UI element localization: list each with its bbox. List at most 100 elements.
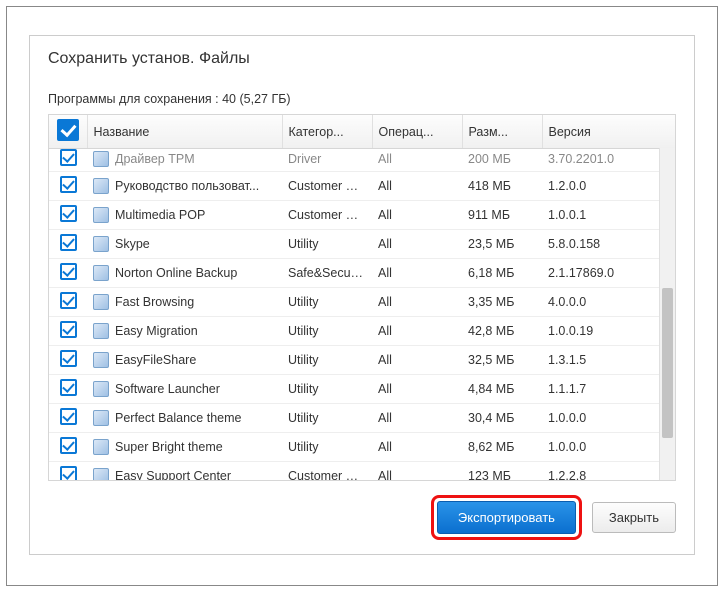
table-header-row: Название Категор... Операц... Разм... Ве… (49, 115, 675, 149)
table-row[interactable]: Super Bright themeUtilityAll8,62 МБ1.0.0… (49, 433, 675, 462)
column-size[interactable]: Разм... (462, 115, 542, 149)
cell-category: Customer Su... (282, 462, 372, 482)
column-category[interactable]: Категор... (282, 115, 372, 149)
cell-category: Utility (282, 288, 372, 317)
row-checkbox[interactable] (60, 379, 77, 396)
cell-name: Multimedia POP (115, 208, 205, 222)
cell-size: 30,4 МБ (462, 404, 542, 433)
dialog-panel: Сохранить установ. Файлы Программы для с… (29, 35, 695, 555)
cell-size: 6,18 МБ (462, 259, 542, 288)
cell-category: Utility (282, 317, 372, 346)
app-icon (93, 381, 109, 397)
cell-version: 2.1.17869.0 (542, 259, 675, 288)
column-version[interactable]: Версия (542, 115, 675, 149)
app-icon (93, 236, 109, 252)
cell-operation: All (372, 172, 462, 201)
table-row[interactable]: Norton Online BackupSafe&SecurityAll6,18… (49, 259, 675, 288)
cell-size: 42,8 МБ (462, 317, 542, 346)
table-row[interactable]: Multimedia POPCustomer Su...All911 МБ1.0… (49, 201, 675, 230)
cell-operation: All (372, 230, 462, 259)
app-icon (93, 352, 109, 368)
cell-name: Драйвер TPM (115, 152, 195, 166)
row-checkbox[interactable] (60, 350, 77, 367)
cell-version: 4.0.0.0 (542, 288, 675, 317)
cell-version: 5.8.0.158 (542, 230, 675, 259)
cell-size: 32,5 МБ (462, 346, 542, 375)
dialog-buttons: Экспортировать Закрыть (30, 481, 694, 554)
cell-size: 23,5 МБ (462, 230, 542, 259)
row-checkbox[interactable] (60, 321, 77, 338)
cell-operation: All (372, 433, 462, 462)
row-checkbox[interactable] (60, 149, 77, 166)
export-button[interactable]: Экспортировать (437, 501, 576, 534)
window-frame: Сохранить установ. Файлы Программы для с… (6, 6, 718, 586)
cell-operation: All (372, 288, 462, 317)
cell-name: Software Launcher (115, 382, 220, 396)
cell-version: 1.0.0.19 (542, 317, 675, 346)
vertical-scrollbar[interactable] (659, 148, 675, 480)
app-icon (93, 410, 109, 426)
cell-category: Safe&Security (282, 259, 372, 288)
cell-version: 1.3.1.5 (542, 346, 675, 375)
table-body: Драйвер TPM Driver All 200 МБ 3.70.2201.… (49, 149, 675, 481)
table-row[interactable]: Руководство пользоват...Customer Su...Al… (49, 172, 675, 201)
select-all-checkbox[interactable] (57, 119, 79, 141)
cell-operation: All (372, 462, 462, 482)
cell-version: 1.0.0.0 (542, 404, 675, 433)
table-row[interactable]: Software LauncherUtilityAll4,84 МБ1.1.1.… (49, 375, 675, 404)
cell-operation: All (372, 201, 462, 230)
cell-category: Customer Su... (282, 172, 372, 201)
cell-category: Utility (282, 230, 372, 259)
cell-operation: All (372, 317, 462, 346)
row-checkbox[interactable] (60, 176, 77, 193)
programs-table: Название Категор... Операц... Разм... Ве… (48, 114, 676, 481)
cell-size: 911 МБ (462, 201, 542, 230)
table-row[interactable]: Perfect Balance themeUtilityAll30,4 МБ1.… (49, 404, 675, 433)
column-operation[interactable]: Операц... (372, 115, 462, 149)
cell-category: Utility (282, 375, 372, 404)
cell-name: Norton Online Backup (115, 266, 237, 280)
cell-size: 123 МБ (462, 462, 542, 482)
app-icon (93, 178, 109, 194)
column-name[interactable]: Название (87, 115, 282, 149)
cell-size: 200 МБ (462, 149, 542, 172)
cell-category: Utility (282, 404, 372, 433)
row-checkbox[interactable] (60, 292, 77, 309)
app-icon (93, 151, 109, 167)
cell-name: Super Bright theme (115, 440, 223, 454)
cell-category: Utility (282, 433, 372, 462)
row-checkbox[interactable] (60, 408, 77, 425)
cell-version: 1.2.2.8 (542, 462, 675, 482)
table-row[interactable]: Fast Browsing UtilityAll3,35 МБ4.0.0.0 (49, 288, 675, 317)
table-row[interactable]: EasyFileShareUtilityAll32,5 МБ1.3.1.5 (49, 346, 675, 375)
row-checkbox[interactable] (60, 437, 77, 454)
cell-category: Driver (282, 149, 372, 172)
app-icon (93, 323, 109, 339)
row-checkbox[interactable] (60, 263, 77, 280)
table-row[interactable]: Easy Migration UtilityAll42,8 МБ1.0.0.19 (49, 317, 675, 346)
cell-category: Customer Su... (282, 201, 372, 230)
row-checkbox[interactable] (60, 205, 77, 222)
table-row[interactable]: Skype UtilityAll23,5 МБ5.8.0.158 (49, 230, 675, 259)
cell-size: 3,35 МБ (462, 288, 542, 317)
cell-name: Easy Migration (115, 324, 198, 338)
table-row[interactable]: Easy Support Center Customer Su...All123 … (49, 462, 675, 482)
cell-version: 1.2.0.0 (542, 172, 675, 201)
cell-version: 1.1.1.7 (542, 375, 675, 404)
select-all-header[interactable] (49, 115, 87, 149)
cell-name: Perfect Balance theme (115, 411, 241, 425)
cell-category: Utility (282, 346, 372, 375)
row-checkbox[interactable] (60, 234, 77, 251)
cell-name: Skype (115, 237, 150, 251)
cell-name: Easy Support Center (115, 469, 231, 481)
cell-name: Fast Browsing (115, 295, 194, 309)
cell-size: 8,62 МБ (462, 433, 542, 462)
cell-version: 3.70.2201.0 (542, 149, 675, 172)
scroll-thumb[interactable] (662, 288, 673, 438)
close-button[interactable]: Закрыть (592, 502, 676, 533)
app-icon (93, 468, 109, 481)
app-icon (93, 207, 109, 223)
cell-name: EasyFileShare (115, 353, 196, 367)
row-checkbox[interactable] (60, 466, 77, 481)
table-row-partial[interactable]: Драйвер TPM Driver All 200 МБ 3.70.2201.… (49, 149, 675, 172)
